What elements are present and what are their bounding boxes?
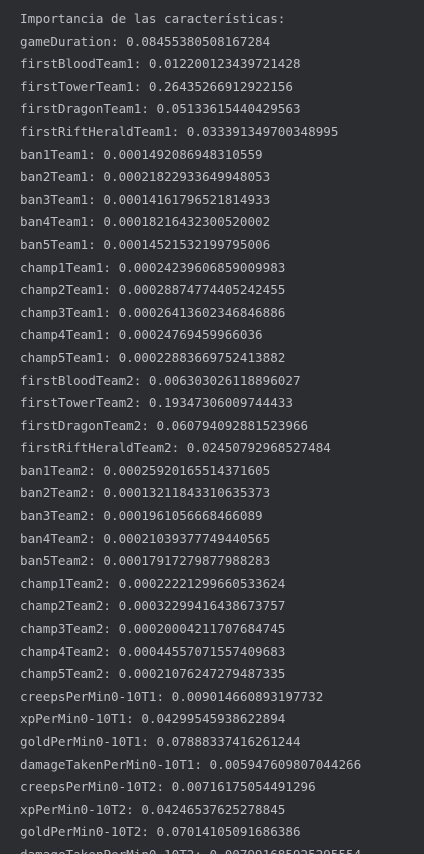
console-line: firstDragonTeam1: 0.05133615440429563: [20, 101, 301, 117]
console-line: firstRiftHeraldTeam1: 0.0333913497003489…: [20, 123, 339, 139]
console-line: goldPerMin0-10T2: 0.07014105091686386: [20, 824, 301, 840]
console-line: gameDuration: 0.08455380508167284: [20, 33, 271, 49]
console-line: damageTakenPerMin0-10T1: 0.0059476098070…: [20, 756, 362, 772]
console-line: champ4Team1: 0.00024769459966036: [20, 327, 263, 343]
console-line: champ5Team1: 0.00022883669752413882: [20, 349, 286, 365]
console-line: goldPerMin0-10T1: 0.07888337416261244: [20, 734, 301, 749]
console-line: firstTowerTeam1: 0.26435266912922156: [20, 78, 293, 94]
console-line: champ3Team2: 0.00020004211707684745: [20, 621, 286, 637]
console-line: creepsPerMin0-10T2: 0.00716175054491296: [20, 779, 316, 795]
console-output: Importancia de las características: game…: [0, 0, 424, 854]
console-line: ban2Team2: 0.00013211843310635373: [20, 485, 271, 501]
console-line: champ2Team2: 0.00032299416438673757: [20, 598, 286, 614]
console-line: champ5Team2: 0.00021076247279487335: [20, 666, 286, 682]
console-line: ban1Team2: 0.00025920165514371605: [20, 462, 271, 478]
console-line: champ2Team1: 0.00028874774405242455: [20, 282, 286, 298]
console-line: ban5Team2: 0.00017917279877988283: [20, 553, 271, 569]
console-line: firstDragonTeam2: 0.060794092881523966: [20, 417, 309, 433]
console-line: ban3Team2: 0.0001961056668466089: [20, 508, 263, 524]
console-line: ban2Team1: 0.00021822933649948053: [20, 169, 271, 185]
console-line: firstTowerTeam2: 0.19347306009744433: [20, 395, 293, 411]
console-line: ban5Team1: 0.00014521532199795006: [20, 236, 271, 252]
console-line: champ3Team1: 0.00026413602346846886: [20, 304, 286, 320]
console-line: firstRiftHeraldTeam2: 0.0245079296852748…: [20, 440, 331, 456]
console-header: Importancia de las características:: [20, 11, 286, 26]
console-line: xpPerMin0-10T2: 0.04246537625278845: [20, 801, 286, 817]
console-line: creepsPerMin0-10T1: 0.009014660893197732: [20, 688, 324, 704]
console-line: champ1Team1: 0.00024239606859009983: [20, 259, 286, 275]
console-line: ban3Team1: 0.00014161796521814933: [20, 191, 271, 207]
console-line: ban4Team1: 0.00018216432300520002: [20, 214, 271, 230]
console-line: champ4Team2: 0.00044557071557409683: [20, 643, 286, 659]
console-line: damageTakenPerMin0-10T2: 0.0079916859252…: [20, 844, 424, 854]
console-line: firstBloodTeam1: 0.012200123439721428: [20, 56, 301, 72]
console-line: firstBloodTeam2: 0.006303026118896027: [20, 372, 301, 388]
console-line: xpPerMin0-10T1: 0.04299545938622894: [20, 711, 286, 727]
console-line: ban1Team1: 0.0001492086948310559: [20, 146, 263, 162]
console-line: ban4Team2: 0.00021039377749440565: [20, 530, 271, 546]
console-line: champ1Team2: 0.00022221299660533624: [20, 575, 286, 591]
